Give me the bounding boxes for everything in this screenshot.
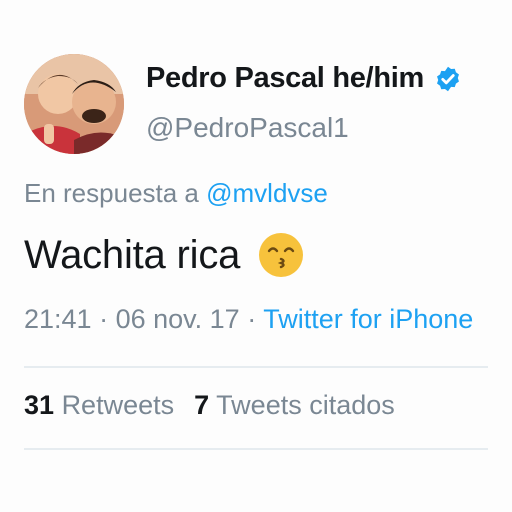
- retweets-stat[interactable]: 31 Retweets: [24, 390, 174, 420]
- quote-tweets-label: Tweets citados: [216, 390, 395, 420]
- avatar-image: [24, 54, 124, 154]
- tweet-body: Wachita rica: [24, 232, 304, 278]
- divider: [24, 448, 488, 450]
- author-display-name[interactable]: Pedro Pascal he/him: [146, 62, 424, 95]
- tweet-time[interactable]: 21:41: [24, 304, 92, 334]
- retweets-count: 31: [24, 390, 55, 420]
- tweet-source-link[interactable]: Twitter for iPhone: [263, 304, 473, 334]
- quote-tweets-count: 7: [194, 390, 210, 420]
- tweet-card: Pedro Pascal he/him @PedroPascal1 En res…: [0, 0, 512, 512]
- kissing-face-emoji-icon: [259, 233, 304, 277]
- tweet-metadata: 21:41 · 06 nov. 17 · Twitter for iPhone: [24, 304, 512, 335]
- author-handle[interactable]: @PedroPascal1: [146, 112, 349, 144]
- tweet-date[interactable]: 06 nov. 17: [116, 304, 240, 334]
- quote-tweets-stat[interactable]: 7 Tweets citados: [194, 390, 395, 420]
- author-name-row[interactable]: Pedro Pascal he/him: [146, 62, 462, 95]
- tweet-text: Wachita rica: [24, 232, 241, 277]
- avatar[interactable]: [24, 54, 124, 154]
- meta-separator: ·: [239, 304, 264, 334]
- verified-badge-icon: [437, 66, 459, 91]
- reply-prefix: En respuesta a: [24, 178, 207, 208]
- reply-context: En respuesta a @mvldvse: [24, 178, 328, 209]
- reply-mention-link[interactable]: @mvldvse: [206, 178, 328, 208]
- meta-separator: ·: [91, 304, 116, 334]
- retweets-label: Retweets: [61, 390, 175, 420]
- tweet-stats: 31 Retweets 7 Tweets citados: [24, 390, 415, 421]
- divider: [24, 366, 488, 368]
